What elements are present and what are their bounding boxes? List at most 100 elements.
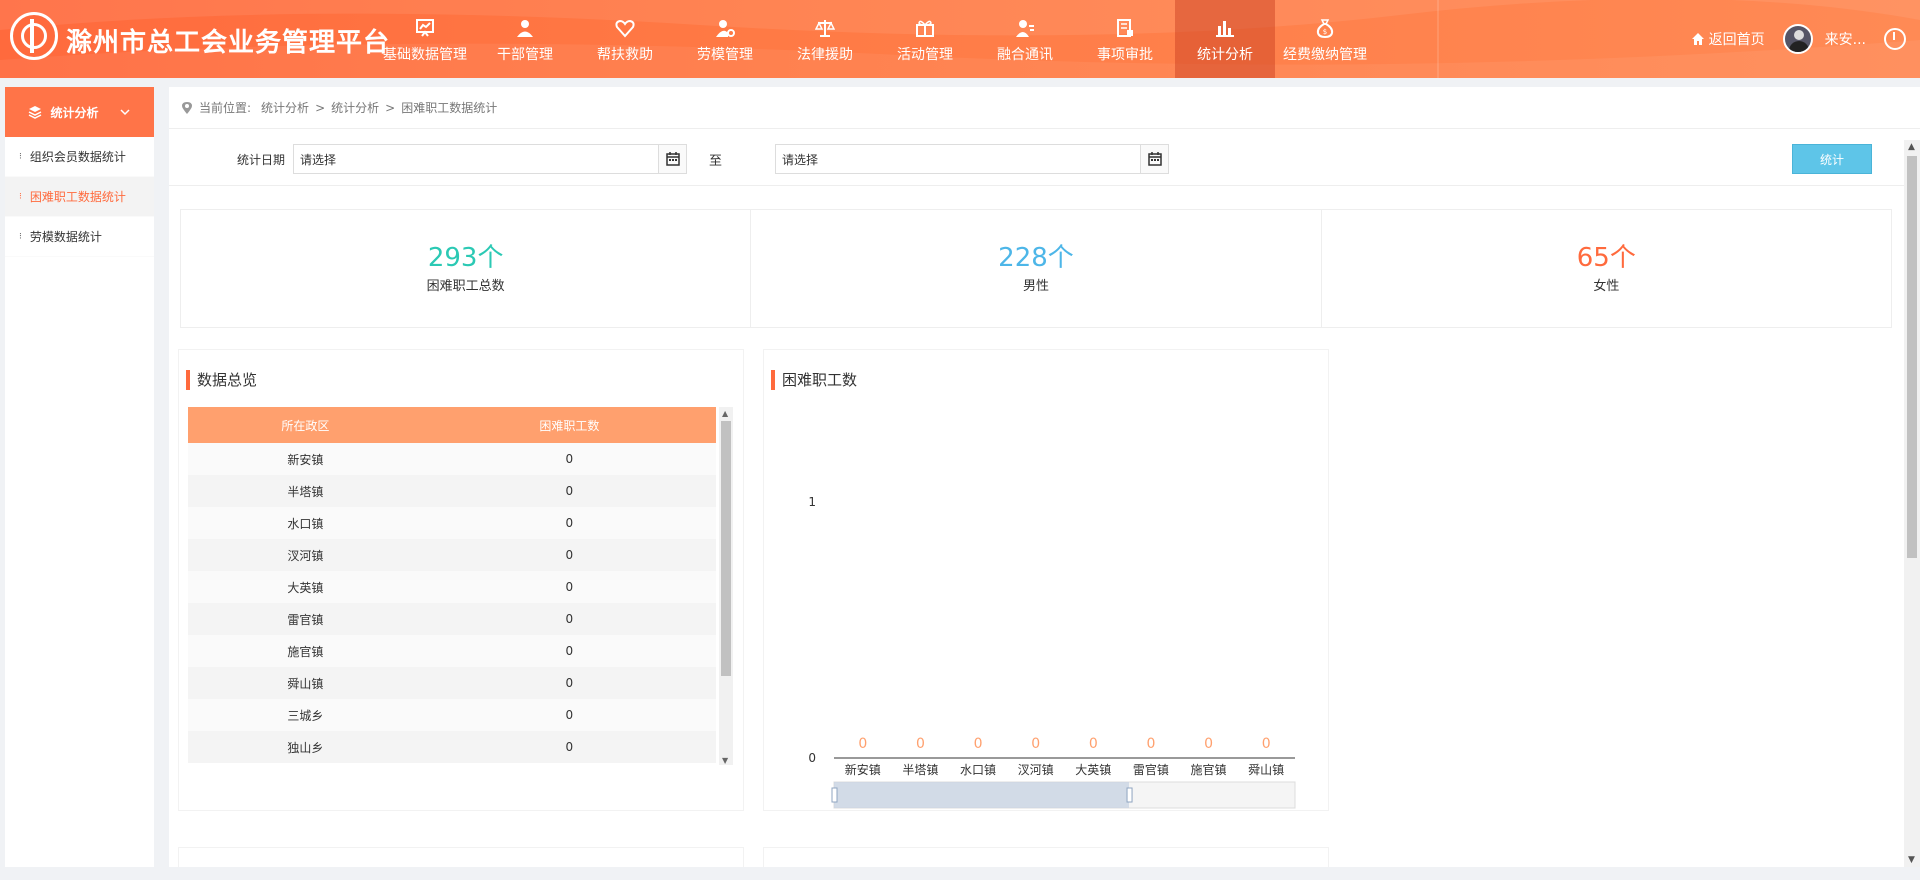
scale-icon	[813, 16, 837, 40]
nav-legal-aid[interactable]: 法律援助	[775, 0, 875, 78]
top-header: 滁州市总工会业务管理平台 基础数据管理 干部管理 帮扶救助 劳模管理 法律援助 …	[0, 0, 1920, 78]
calendar-icon[interactable]	[1140, 145, 1168, 173]
chart-panel: 困难职工数 0 1 0 新安镇 0 半塔镇 0 水口镇 0 汊河镇 0 大英镇 0 雷官镇 0 施官镇 0 舜山镇	[763, 349, 1329, 811]
sidebar-item-model-worker-stats[interactable]: ⁝ 劳模数据统计	[5, 217, 154, 257]
user-settings-icon	[713, 16, 737, 40]
end-date-input[interactable]: 请选择	[775, 144, 1169, 174]
x-tick-label: 雷官镇	[1133, 762, 1169, 777]
header-user-area: 返回首页 来安...	[1691, 0, 1920, 78]
table-row: 施官镇 0	[188, 635, 716, 667]
summary-female-label: 女性	[1593, 279, 1620, 294]
breadcrumb-item[interactable]: 统计分析	[331, 99, 379, 116]
table-scrollbar[interactable]: ▲ ▼	[719, 407, 733, 765]
statistics-submit-button[interactable]: 统计	[1792, 144, 1872, 174]
nav-cadre[interactable]: 干部管理	[475, 0, 575, 78]
nav-basic-data[interactable]: 基础数据管理	[375, 0, 475, 78]
overview-panel: 数据总览 所在政区 困难职工数 新安镇 0 半塔镇 0 水口镇 0 汊河镇 0 大英镇 0…	[178, 349, 744, 811]
document-check-icon	[1113, 16, 1137, 40]
page-scrollbar[interactable]: ▲ ▼	[1904, 140, 1920, 867]
summary-male-label: 男性	[1022, 279, 1049, 294]
summary-male: 228个 男性	[751, 210, 1322, 327]
location-pin-icon	[182, 101, 192, 114]
scroll-up-arrow-icon[interactable]: ▲	[1908, 142, 1915, 152]
bottom-panel-left	[178, 847, 744, 867]
date-label: 统计日期	[237, 153, 286, 167]
overview-title: 数据总览	[186, 370, 257, 390]
calendar-icon[interactable]	[658, 145, 686, 173]
breadcrumb: 当前位置: 统计分析 > 统计分析 > 困难职工数据统计	[169, 87, 1920, 129]
data-label: 0	[974, 736, 983, 752]
datazoom-window	[834, 782, 1130, 808]
gift-icon	[913, 16, 937, 40]
table-row: 水口镇 0	[188, 507, 716, 539]
sidebar: 统计分析 ⁝ 组织会员数据统计 ⁝ 困难职工数据统计 ⁝ 劳模数据统计	[5, 87, 154, 867]
overview-table-container: 所在政区 困难职工数 新安镇 0 半塔镇 0 水口镇 0 汊河镇 0 大英镇 0 雷官镇 0…	[188, 407, 733, 765]
datazoom-handle-end	[1126, 787, 1133, 803]
bottom-panel-right	[763, 847, 1329, 867]
table-row: 舜山镇 0	[188, 667, 716, 699]
bar-chart-icon	[1213, 16, 1237, 40]
column-header-count: 困难职工数	[422, 407, 716, 443]
main-content: 当前位置: 统计分析 > 统计分析 > 困难职工数据统计 统计日期 请选择 至 …	[169, 87, 1920, 867]
chart-board-icon	[413, 16, 437, 40]
data-label: 0	[1031, 736, 1040, 752]
x-tick-label: 半塔镇	[902, 763, 938, 777]
money-bag-icon: $	[1313, 16, 1337, 40]
page-scroll-thumb[interactable]	[1907, 156, 1917, 558]
nav-communication[interactable]: 融合通讯	[975, 0, 1075, 78]
datazoom-handle-start	[831, 787, 838, 803]
scroll-down-arrow-icon[interactable]: ▼	[1908, 855, 1915, 865]
breadcrumb-current: 困难职工数据统计	[401, 101, 498, 115]
nav-activity[interactable]: 活动管理	[875, 0, 975, 78]
data-label: 0	[1146, 736, 1155, 752]
data-label: 0	[1204, 736, 1213, 752]
nav-fee-payment[interactable]: $ 经费缴纳管理	[1275, 0, 1375, 78]
to-label: 至	[709, 154, 723, 169]
avatar[interactable]	[1782, 24, 1813, 54]
overview-table: 所在政区 困难职工数 新安镇 0 半塔镇 0 水口镇 0 汊河镇 0 大英镇 0 雷官镇 0…	[188, 407, 716, 763]
x-tick-label: 大英镇	[1075, 763, 1111, 777]
scroll-down-arrow-icon[interactable]: ▼	[722, 756, 728, 765]
sidebar-header[interactable]: 统计分析	[5, 87, 154, 137]
data-label: 0	[858, 736, 867, 752]
platform-title: 滁州市总工会业务管理平台	[66, 28, 391, 58]
column-header-region: 所在政区	[188, 407, 423, 443]
main-nav: 基础数据管理 干部管理 帮扶救助 劳模管理 法律援助 活动管理 融合通讯 事项审…	[375, 0, 1375, 78]
sidebar-item-hardship-worker-stats[interactable]: ⁝ 困难职工数据统计	[5, 177, 154, 217]
summary-male-value: 228个	[998, 243, 1074, 273]
x-tick-label: 汊河镇	[1018, 763, 1054, 777]
x-tick-label: 舜山镇	[1248, 762, 1284, 777]
table-scroll-thumb[interactable]	[721, 421, 731, 676]
home-link[interactable]: 返回首页	[1691, 29, 1765, 49]
svg-text:$: $	[1323, 28, 1327, 36]
table-row: 汊河镇 0	[188, 539, 716, 571]
start-date-input[interactable]: 请选择	[293, 144, 687, 174]
nav-model-worker[interactable]: 劳模管理	[675, 0, 775, 78]
username[interactable]: 来安...	[1825, 29, 1866, 49]
y-tick-label: 1	[808, 495, 816, 509]
breadcrumb-item[interactable]: 统计分析	[261, 99, 309, 116]
summary-total-label: 困难职工总数	[426, 279, 505, 294]
power-logout-icon[interactable]	[1884, 28, 1906, 50]
chevron-down-icon	[119, 109, 130, 116]
summary-total-value: 293个	[427, 243, 504, 273]
nav-statistics[interactable]: 统计分析	[1175, 0, 1275, 78]
table-row: 大英镇 0	[188, 571, 716, 603]
data-label: 0	[1262, 736, 1271, 752]
chevron-right-icon: ⁝	[19, 151, 22, 162]
table-row: 独山乡 0	[188, 731, 716, 763]
table-row: 雷官镇 0	[188, 603, 716, 635]
user-icon	[513, 16, 537, 40]
data-label: 0	[916, 736, 925, 752]
scroll-up-arrow-icon[interactable]: ▲	[722, 409, 728, 418]
x-tick-label: 新安镇	[845, 762, 881, 777]
data-label: 0	[1089, 736, 1098, 752]
nav-assistance[interactable]: 帮扶救助	[575, 0, 675, 78]
chevron-right-icon: ⁝	[19, 231, 22, 242]
home-icon	[1691, 33, 1704, 45]
nav-approval[interactable]: 事项审批	[1075, 0, 1175, 78]
chevron-right-icon: ⁝	[19, 191, 22, 202]
layers-icon	[29, 106, 42, 119]
y-tick-label: 0	[808, 751, 816, 765]
sidebar-item-org-member-stats[interactable]: ⁝ 组织会员数据统计	[5, 137, 154, 177]
